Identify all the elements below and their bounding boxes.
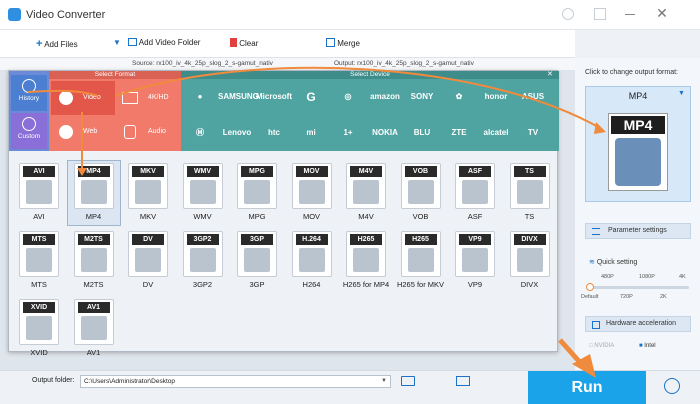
arrow-head-right [594, 122, 606, 134]
arrow-mp4-to-right [114, 66, 601, 129]
guide-arrows [27, 66, 606, 378]
arrow-head-mp4 [77, 168, 87, 176]
arrow-to-video [27, 89, 99, 97]
